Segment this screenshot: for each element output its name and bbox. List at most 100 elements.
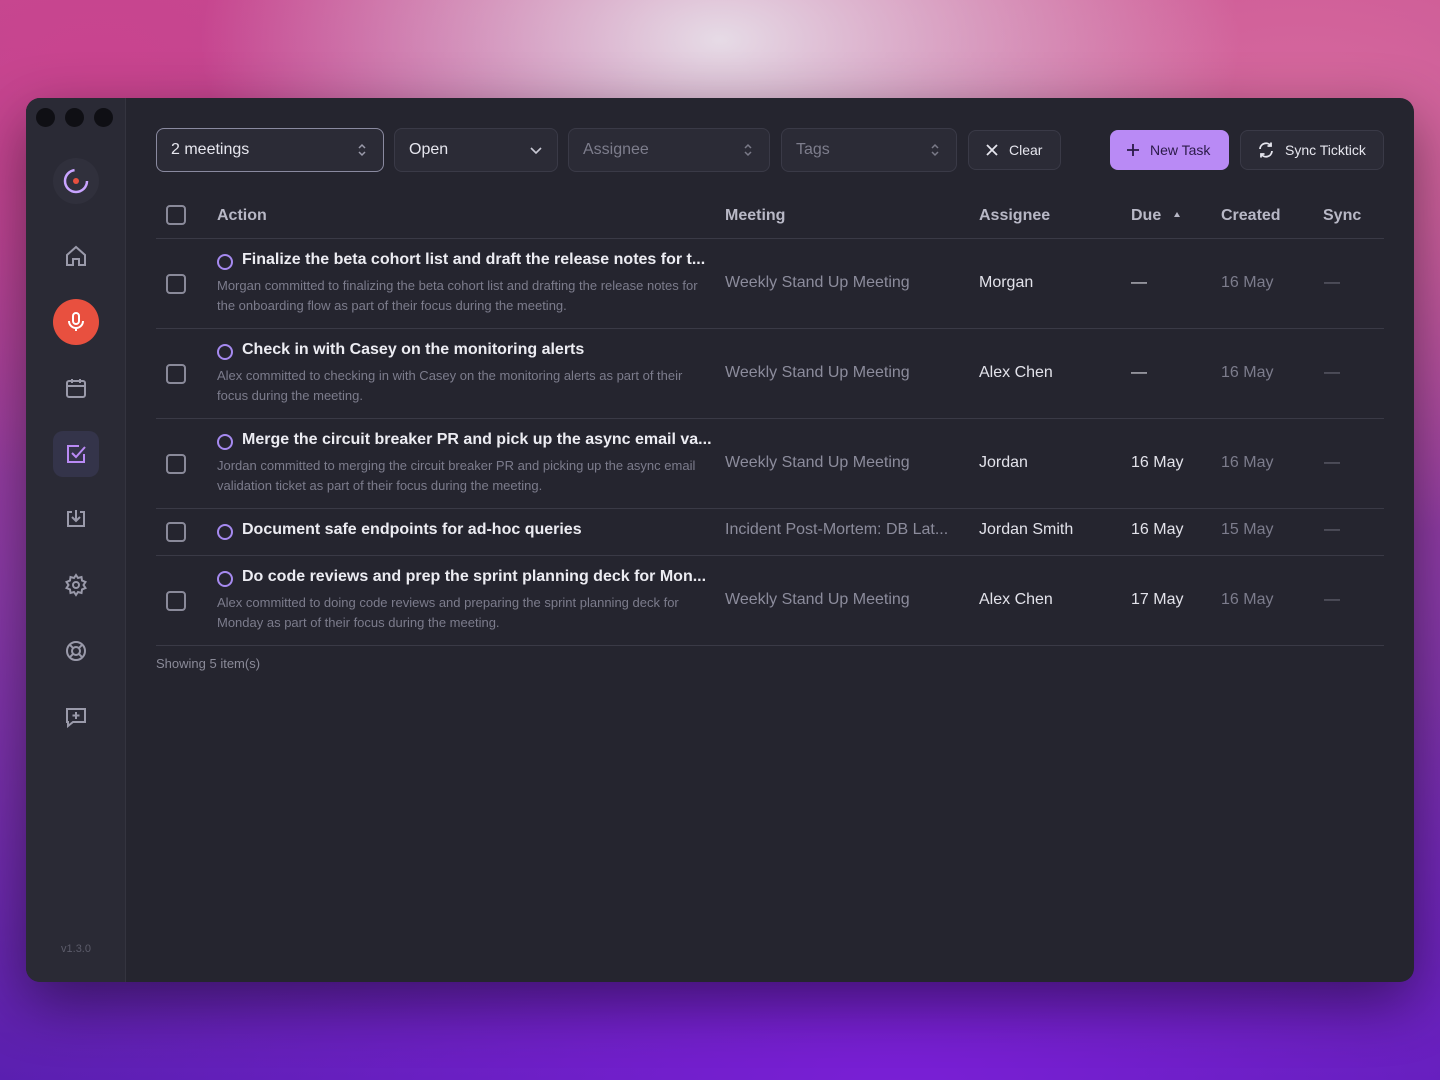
task-title[interactable]: Do code reviews and prep the sprint plan… [242, 568, 712, 586]
download-icon [67, 510, 85, 527]
tags-filter-select[interactable]: Tags [781, 128, 957, 172]
status-filter-select[interactable]: Open [394, 128, 558, 172]
app-logo-icon [63, 168, 89, 194]
task-title[interactable]: Finalize the beta cohort list and draft … [242, 251, 712, 269]
due-header-label: Due [1131, 207, 1162, 224]
sync-ticktick-button[interactable]: Sync Ticktick [1240, 130, 1384, 170]
task-sync: — [1324, 591, 1340, 608]
home-icon [66, 245, 86, 266]
refresh-icon [1259, 142, 1273, 158]
sidebar-item-calendar[interactable] [53, 365, 99, 411]
sidebar-item-feedback[interactable] [53, 694, 99, 740]
help-buoy-icon [66, 641, 86, 661]
column-header-sync[interactable]: Sync [1323, 207, 1361, 225]
status-circle-icon[interactable] [217, 524, 233, 540]
task-description: Alex committed to doing code reviews and… [217, 595, 679, 630]
zoom-window-button[interactable] [94, 108, 113, 127]
main-content: 2 meetings Open Assignee Tags Clear New … [126, 98, 1414, 982]
feedback-icon [66, 708, 86, 729]
task-meeting[interactable]: Weekly Stand Up Meeting [725, 364, 961, 382]
meetings-filter-select[interactable]: 2 meetings [156, 128, 384, 172]
sidebar-item-home[interactable] [53, 233, 99, 279]
task-due: 16 May [1131, 454, 1184, 471]
task-assignee: Morgan [979, 274, 1034, 291]
row-checkbox[interactable] [166, 454, 186, 474]
task-assignee: Jordan [979, 454, 1028, 471]
column-header-action[interactable]: Action [217, 207, 267, 225]
task-description: Jordan committed to merging the circuit … [217, 458, 696, 493]
task-sync: — [1324, 274, 1340, 291]
table-row[interactable]: Merge the circuit breaker PR and pick up… [156, 419, 1384, 509]
table-row[interactable]: Finalize the beta cohort list and draft … [156, 239, 1384, 329]
table-row[interactable]: Check in with Casey on the monitoring al… [156, 329, 1384, 419]
select-all-checkbox[interactable] [166, 205, 186, 225]
record-button[interactable] [53, 299, 99, 345]
task-sync: — [1324, 521, 1340, 538]
column-header-assignee[interactable]: Assignee [979, 207, 1050, 225]
column-header-created[interactable]: Created [1221, 207, 1281, 225]
status-circle-icon[interactable] [217, 254, 233, 270]
gear-icon [65, 573, 87, 597]
status-circle-icon[interactable] [217, 434, 233, 450]
task-title[interactable]: Check in with Casey on the monitoring al… [242, 341, 712, 359]
chevron-up-down-icon [931, 143, 939, 157]
sidebar-item-help[interactable] [53, 628, 99, 674]
clear-filters-button[interactable]: Clear [968, 130, 1061, 170]
sidebar-item-settings[interactable] [53, 562, 99, 608]
table-header: Action Meeting Assignee Due Created Sync [156, 193, 1384, 239]
table-row[interactable]: Do code reviews and prep the sprint plan… [156, 556, 1384, 646]
row-checkbox[interactable] [166, 522, 186, 542]
task-meeting[interactable]: Incident Post-Mortem: DB Lat... [725, 521, 961, 539]
sidebar-item-import[interactable] [53, 496, 99, 542]
task-meeting[interactable]: Weekly Stand Up Meeting [725, 274, 961, 292]
task-due: 17 May [1131, 591, 1184, 608]
task-title[interactable]: Merge the circuit breaker PR and pick up… [242, 431, 712, 449]
chevron-down-icon [530, 147, 542, 155]
task-created: 16 May [1221, 364, 1274, 381]
task-due: — [1131, 274, 1147, 291]
task-due: — [1131, 364, 1147, 381]
row-checkbox[interactable] [166, 364, 186, 384]
assignee-filter-placeholder: Assignee [583, 141, 649, 158]
table-row[interactable]: Document safe endpoints for ad-hoc queri… [156, 509, 1384, 556]
status-circle-icon[interactable] [217, 344, 233, 360]
task-created: 16 May [1221, 591, 1274, 608]
task-assignee: Alex Chen [979, 364, 1053, 381]
column-header-meeting[interactable]: Meeting [725, 207, 785, 225]
plus-icon [1127, 144, 1139, 156]
minimize-window-button[interactable] [65, 108, 84, 127]
close-window-button[interactable] [36, 108, 55, 127]
status-filter-value: Open [409, 141, 449, 158]
task-created: 16 May [1221, 454, 1274, 471]
new-task-button[interactable]: New Task [1110, 130, 1229, 170]
sidebar-item-tasks[interactable] [53, 431, 99, 477]
task-meeting[interactable]: Weekly Stand Up Meeting [725, 591, 961, 609]
task-title[interactable]: Document safe endpoints for ad-hoc queri… [242, 521, 712, 539]
task-meeting[interactable]: Weekly Stand Up Meeting [725, 454, 961, 472]
task-sync: — [1324, 364, 1340, 381]
window-controls [36, 108, 113, 127]
sync-label: Sync Ticktick [1285, 142, 1366, 158]
assignee-filter-select[interactable]: Assignee [568, 128, 770, 172]
chevron-up-down-icon [744, 143, 752, 157]
task-description: Morgan committed to finalizing the beta … [217, 278, 698, 313]
status-circle-icon[interactable] [217, 571, 233, 587]
new-task-label: New Task [1150, 142, 1211, 158]
task-sync: — [1324, 454, 1340, 471]
column-header-due[interactable]: Due [1131, 207, 1182, 225]
task-assignee: Alex Chen [979, 591, 1053, 608]
row-checkbox[interactable] [166, 274, 186, 294]
sidebar: v1.3.0 [26, 98, 126, 982]
item-count: Showing 5 item(s) [156, 656, 261, 671]
task-created: 15 May [1221, 521, 1274, 538]
sort-ascending-icon [1173, 212, 1180, 217]
tasks-icon [67, 445, 86, 463]
task-created: 16 May [1221, 274, 1274, 291]
app-logo-button[interactable] [53, 158, 99, 204]
version-label: v1.3.0 [61, 943, 91, 955]
task-assignee: Jordan Smith [979, 521, 1074, 538]
close-icon [986, 144, 998, 156]
chevron-up-down-icon [358, 143, 366, 157]
tags-filter-placeholder: Tags [796, 141, 830, 158]
row-checkbox[interactable] [166, 591, 186, 611]
